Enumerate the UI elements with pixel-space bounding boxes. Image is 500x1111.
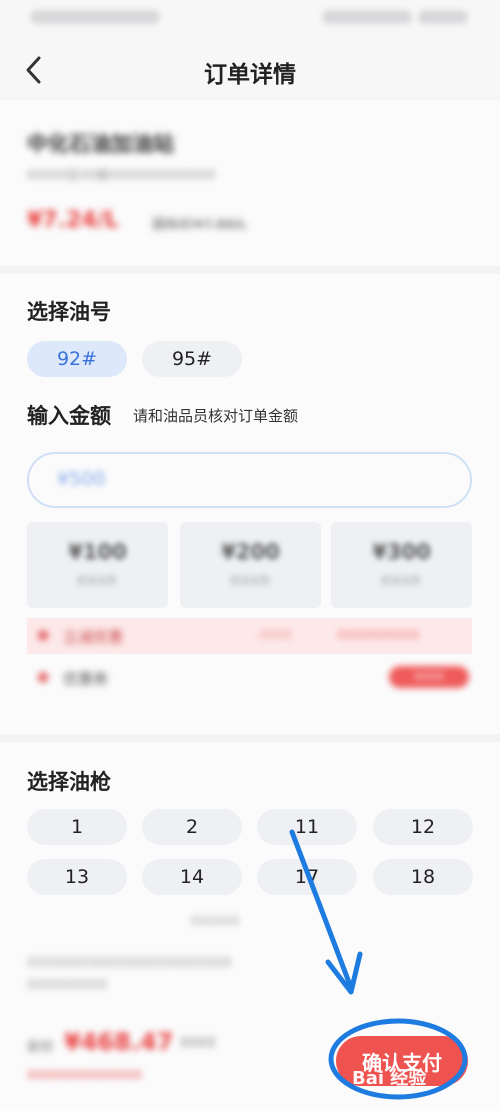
amount-input-value: ¥500	[57, 468, 106, 490]
header: 订单详情	[0, 40, 500, 98]
promo-coupon-row[interactable]: ● 优惠券 XXXX	[27, 660, 472, 696]
gun-note-line2: XXXXXXXXX	[27, 978, 108, 993]
quick-amount-200[interactable]: ¥200 约XX升	[180, 522, 321, 608]
promo-discount-label: 立减优惠	[63, 628, 124, 646]
fuel-section-title: 选择油号	[27, 300, 111, 324]
baidu-watermark-url: jingyan.baidu.com	[394, 1090, 478, 1100]
page-title: 订单详情	[204, 62, 296, 88]
status-carrier-blur	[30, 10, 160, 24]
status-icons-blur	[322, 10, 412, 24]
baidu-watermark: Bai 经验	[352, 1068, 427, 1089]
total-label: 实付	[27, 1040, 54, 1055]
gun-option-18[interactable]: 18	[373, 859, 473, 895]
fuel-option-95[interactable]: 95#	[142, 341, 242, 377]
gun-section-title: 选择油枪	[27, 770, 111, 794]
total-sub: XXXXXXXXXXXXXX	[27, 1068, 143, 1082]
total-saved: XXXX	[180, 1036, 216, 1051]
station-original-price: 国标价¥7.88/L	[152, 217, 247, 233]
gun-option-11[interactable]: 11	[257, 809, 357, 845]
promo-discount-row[interactable]: ● 立减优惠 XXXX XXXXXXXXXX	[27, 618, 472, 654]
gun-option-13[interactable]: 13	[27, 859, 127, 895]
total-amount: ¥468.47	[64, 1028, 174, 1056]
gun-option-2[interactable]: 2	[142, 809, 242, 845]
quick-amount-300[interactable]: ¥300 约XX升	[331, 522, 472, 608]
gun-note-line1: XXXXXXXXXXXXXXXXXXXXXXX	[27, 956, 232, 971]
promo-coupon-icon: ●	[37, 669, 50, 685]
gun-option-12[interactable]: 12	[373, 809, 473, 845]
station-address: XXXXX区XX路XXXXXXXXXXXXX	[27, 168, 216, 182]
amount-section-title: 输入金额	[27, 404, 111, 428]
promo-discount-tag: XXXX	[259, 628, 292, 642]
status-time-blur	[418, 10, 468, 24]
quick-amount-sub: 约XX升	[381, 574, 422, 588]
gun-option-1[interactable]: 1	[27, 809, 127, 845]
promo-coupon-badge: XXXX	[389, 666, 469, 688]
quick-amount-100[interactable]: ¥100 约XX升	[27, 522, 168, 608]
station-name: 中化石油加油站	[27, 132, 174, 156]
quick-amount-value: ¥200	[221, 540, 280, 564]
fuel-option-92[interactable]: 92#	[27, 341, 127, 377]
quick-amount-sub: 约XX升	[230, 574, 271, 588]
gun-more-link[interactable]: XXXXXX	[190, 914, 239, 928]
quick-amount-value: ¥100	[68, 540, 127, 564]
promo-discount-icon: ●	[37, 627, 50, 643]
amount-hint: 请和油品员核对订单金额	[133, 407, 299, 425]
gun-option-17[interactable]: 17	[257, 859, 357, 895]
station-card: 中化石油加油站 XXXXX区XX路XXXXXXXXXXXXX ¥7.24/L 国…	[0, 100, 500, 266]
status-bar	[0, 0, 500, 40]
amount-input[interactable]: ¥500	[27, 452, 472, 508]
promo-coupon-label: 优惠券	[63, 670, 109, 688]
quick-amount-value: ¥300	[372, 540, 431, 564]
gun-option-14[interactable]: 14	[142, 859, 242, 895]
promo-discount-value: XXXXXXXXXX	[337, 628, 420, 642]
station-price: ¥7.24/L	[27, 208, 119, 233]
quick-amount-sub: 约XX升	[77, 574, 118, 588]
